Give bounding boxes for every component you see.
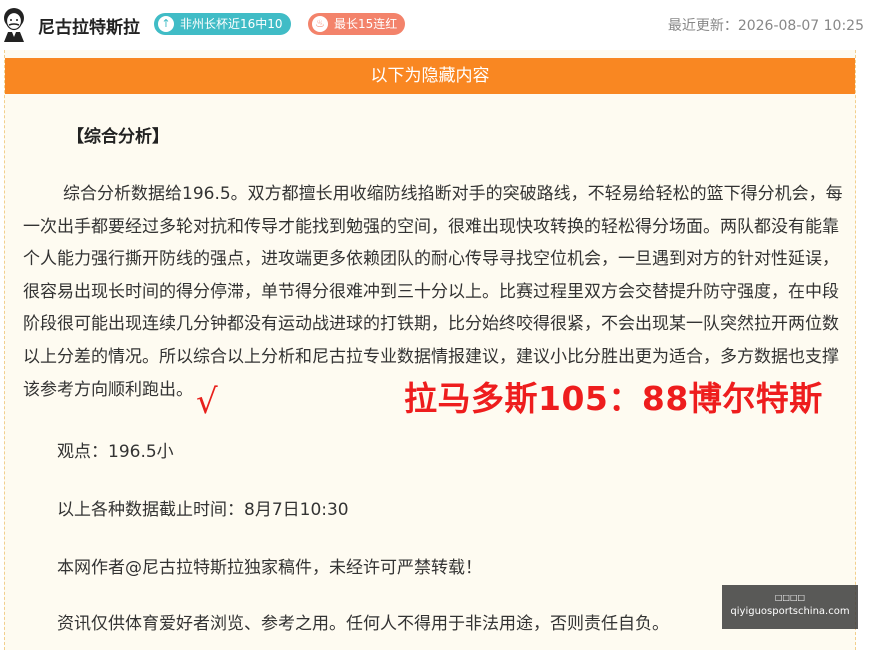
up-arrow-icon: ↑ (158, 16, 174, 32)
disclaimer: 资讯仅供体育爱好者浏览、参考之用。任何人不得用于非法用途，否则责任自负。 (57, 614, 669, 634)
flame-icon: ♨ (312, 16, 328, 32)
last-updated: 最近更新：2026-08-07 10:25 (667, 18, 864, 34)
winning-streak-badge: ♨ 最长15连红 (308, 13, 406, 35)
match-result: 拉马多斯105：88博尔特斯 (404, 379, 823, 418)
copyright-notice: 本网作者@尼古拉特斯拉独家稿件，未经许可严禁转载！ (57, 558, 482, 578)
streak-badge: ↑ 非州长杯近16中10 (154, 13, 291, 35)
checkmark-icon: √ (196, 382, 218, 422)
author-name[interactable]: 尼古拉特斯拉 (38, 13, 140, 38)
avatar[interactable] (0, 6, 28, 42)
watermark-line1: □□□□ (774, 593, 806, 602)
watermark-url: qiyiguosportschina.com (730, 606, 850, 617)
viewpoint: 观点：196.5小 (57, 442, 174, 462)
article-header: 尼古拉特斯拉 ↑ 非州长杯近16中10 ♨ 最长15连红 最近更新：2026-0… (0, 0, 870, 50)
section-title: 【综合分析】 (67, 127, 169, 147)
site-watermark: □□□□ qiyiguosportschina.com (722, 585, 858, 629)
streak-badge-label: 非州长杯近16中10 (180, 17, 283, 31)
data-cutoff: 以上各种数据截止时间：8月7日10:30 (57, 500, 349, 520)
winning-streak-badge-label: 最长15连红 (334, 17, 398, 31)
hidden-content-banner: 以下为隐藏内容 (5, 58, 855, 94)
